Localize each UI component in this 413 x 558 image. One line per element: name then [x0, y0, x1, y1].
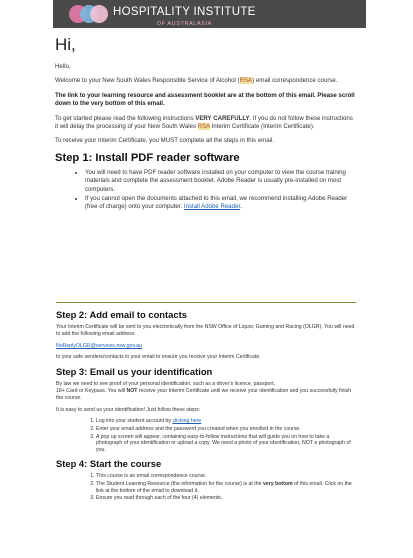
step4-list: This course is an email correspondence c… — [56, 473, 356, 501]
step3-list: Log into your student account by clickin… — [56, 418, 356, 453]
receive-text: To receive your Interim Certificate, you… — [55, 137, 275, 145]
step4-item-2: The Student Learning Resource (the infor… — [96, 481, 356, 494]
step3-para-1: By law we need to see proof of your pers… — [56, 381, 275, 388]
greeting-title: Hi, — [55, 35, 76, 54]
logo-circles-icon — [69, 4, 113, 24]
instructions-text: To get started please read the following… — [55, 114, 353, 131]
step2-para-1: Your Interim Certificate will be sent to… — [56, 324, 355, 337]
hello-text: Hello, — [55, 63, 71, 70]
brand-logo: HOSPITALITY INSTITUTE OF AUSTRALASIA — [113, 2, 256, 27]
rsa-highlight-2: RSA — [197, 123, 210, 131]
step1-bullet-2: If you cannot open the documents attache… — [85, 195, 355, 212]
step4-heading: Step 4: Start the course — [56, 458, 162, 470]
welcome-text: Welcome to your New South Wales Responsi… — [55, 77, 338, 85]
brand-subtitle: OF AUSTRALASIA — [156, 20, 212, 27]
step3-para-3: It is easy to send us your identificatio… — [56, 406, 201, 413]
very-bottom-emphasis: very bottom — [262, 480, 293, 487]
step3-item-1: Log into your student account by clickin… — [96, 418, 356, 425]
olgr-email-link[interactable]: NoReplyOLGR@services.nsw.gov.au — [56, 343, 142, 349]
step1-bullet-1: You will need to have PDF reader softwar… — [85, 169, 355, 194]
step1-list: You will need to have PDF reader softwar… — [55, 169, 355, 212]
section-divider — [56, 302, 356, 303]
step3-item-3: A pop up screen will appear, containing … — [96, 434, 356, 454]
step1-heading: Step 1: Install PDF reader software — [55, 151, 240, 164]
very-carefully-emphasis: VERY CAREFULLY — [195, 114, 250, 122]
step2-para-2: to your safe senders/contacts in your em… — [56, 354, 261, 361]
step4-item-3: Ensure you read through each of the four… — [96, 495, 356, 502]
step3-item-2: Enter your email address and the passwor… — [96, 426, 356, 433]
link-notice: The link to your learning resource and a… — [55, 91, 355, 108]
step3-heading: Step 3: Email us your identification — [56, 366, 213, 378]
email-header-banner: HOSPITALITY INSTITUTE OF AUSTRALASIA — [53, 0, 366, 28]
step2-email-line: NoReplyOLGR@services.nsw.gov.au — [56, 343, 356, 350]
install-adobe-reader-link[interactable]: Install Adobe Reader — [184, 203, 240, 210]
step2-heading: Step 2: Add email to contacts — [56, 309, 187, 320]
not-emphasis: NOT — [126, 387, 138, 394]
brand-name: HOSPITALITY INSTITUTE — [113, 5, 256, 18]
email-body: Hi, Hello, Welcome to your New South Wal… — [55, 35, 355, 218]
email-body-continued: Step 2: Add email to contacts Your Inter… — [56, 298, 356, 507]
rsa-highlight: RSA — [239, 77, 253, 85]
clicking-here-link[interactable]: clicking here — [172, 418, 201, 424]
step3-para-2: 18+ Card or Keypass. You will NOT receiv… — [56, 387, 352, 401]
step4-item-1: This course is an email correspondence c… — [96, 473, 356, 480]
